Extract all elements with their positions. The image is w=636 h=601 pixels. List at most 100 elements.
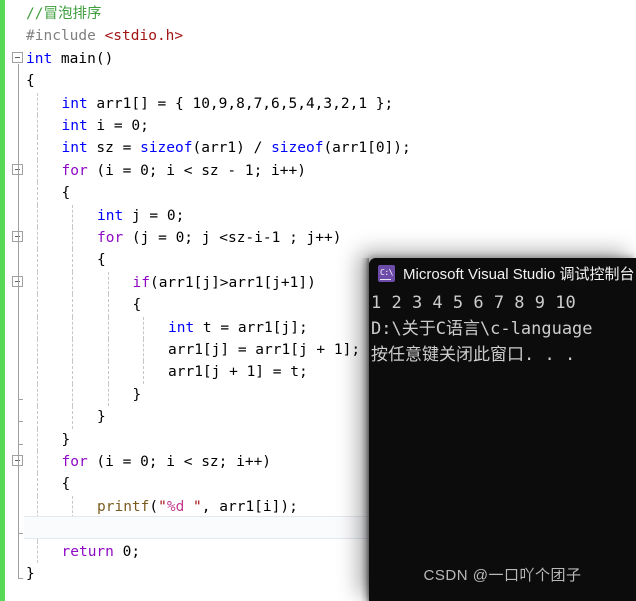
code-line[interactable]: for (i = 0; i < sz - 1; i++) — [60, 160, 306, 182]
indent-guide — [36, 227, 38, 250]
code-line[interactable]: //冒泡排序 — [24, 3, 101, 25]
code-line[interactable]: { — [95, 249, 106, 271]
console-output-line: D:\关于C语言\c-language — [371, 319, 593, 339]
code-token-kw: int — [61, 118, 88, 134]
code-token-id: } — [26, 566, 35, 582]
code-token-id: { — [61, 476, 71, 493]
code-line[interactable]: int main() — [24, 48, 113, 70]
code-line[interactable]: for (i = 0; i < sz; i++) — [60, 451, 272, 473]
code-line[interactable]: { — [60, 182, 71, 204]
code-token-id: i = 0; — [87, 118, 149, 134]
code-token-fmt: %d — [166, 498, 185, 515]
indent-guide — [36, 339, 38, 362]
code-token-id: arr1[j + 1] = t; — [168, 364, 308, 381]
code-token-kw: sizeof — [271, 140, 324, 157]
code-line[interactable]: arr1[j] = arr1[j + 1]; — [166, 339, 360, 361]
indent-guide — [107, 339, 109, 362]
code-line[interactable]: if(arr1[j]>arr1[j+1]) — [131, 272, 316, 294]
console-title-bar[interactable]: C:\ Microsoft Visual Studio 调试控制台 — [369, 258, 636, 289]
indent-guide — [107, 361, 109, 384]
fold-connector-line — [18, 63, 19, 578]
indent-guide — [72, 316, 73, 339]
console-icon-underline — [380, 278, 391, 280]
code-line[interactable]: } — [131, 384, 142, 406]
code-line[interactable]: } — [95, 406, 106, 428]
indent-guide — [36, 473, 38, 496]
indent-guide — [36, 204, 38, 227]
code-token-ctl: if — [132, 274, 150, 291]
code-line[interactable]: arr1[j + 1] = t; — [166, 361, 308, 383]
code-line[interactable]: #include <stdio.h> — [24, 25, 183, 47]
code-token-id: } — [61, 521, 71, 538]
indent-guide — [36, 361, 38, 384]
indent-guide — [36, 406, 38, 429]
code-token-str: " — [158, 498, 167, 515]
indent-guide — [36, 451, 38, 474]
csdn-watermark: CSDN @一口吖个团子 — [423, 567, 582, 584]
code-line[interactable]: { — [24, 70, 35, 92]
code-token-id: j = 0; — [123, 207, 185, 224]
indent-guide — [72, 271, 73, 295]
indent-guide — [36, 294, 38, 317]
code-line[interactable]: { — [60, 473, 71, 495]
console-window-title: Microsoft Visual Studio 调试控制台 — [403, 266, 635, 283]
code-line[interactable]: int t = arr1[j]; — [166, 317, 308, 339]
code-token-kw: int — [26, 50, 53, 67]
code-token-kw: sizeof — [140, 140, 193, 157]
code-line[interactable]: printf("%d ", arr1[i]); — [95, 496, 298, 518]
indent-guide — [36, 159, 38, 183]
indent-guide — [72, 383, 73, 407]
indent-guide — [107, 383, 109, 407]
debug-console-window[interactable]: C:\ Microsoft Visual Studio 调试控制台 1 2 3 … — [369, 258, 636, 601]
code-token-id: (arr1[j]>arr1[j+1]) — [149, 274, 316, 291]
code-token-ctl: for — [61, 454, 88, 470]
code-token-id: ( — [149, 498, 159, 515]
code-line[interactable]: int j = 0; — [95, 205, 184, 227]
code-token-id: (arr1[0]); — [323, 140, 411, 157]
indent-guide — [36, 428, 38, 451]
console-output-line: 按任意键关闭此窗口. . . — [371, 345, 576, 365]
code-line[interactable]: } — [60, 429, 71, 451]
indent-guide — [36, 92, 38, 115]
indent-guide — [36, 540, 38, 563]
indent-guide — [72, 204, 73, 227]
code-token-id: } — [132, 386, 142, 403]
code-token-fn: printf — [97, 498, 150, 515]
indent-guide — [72, 406, 73, 429]
code-token-kw: int — [61, 95, 88, 112]
indent-guide — [36, 182, 38, 205]
code-token-id: sz = — [87, 140, 141, 157]
code-line[interactable]: int arr1[] = { 10,9,8,7,6,5,4,3,2,1 }; — [60, 93, 394, 115]
code-token-cmt: //冒泡排序 — [26, 6, 102, 22]
indent-guide — [72, 495, 73, 519]
code-token-id: { — [97, 252, 106, 269]
console-icon-glyph: C:\ — [380, 268, 393, 277]
indent-guide — [72, 227, 73, 250]
code-line[interactable]: { — [131, 294, 142, 316]
code-token-id: , arr1[i]); — [201, 498, 298, 515]
code-token-id: t = arr1[j]; — [194, 319, 308, 336]
indent-guide — [143, 316, 144, 339]
code-token-kw: int — [168, 319, 195, 336]
code-token-id: } — [97, 409, 106, 426]
code-line[interactable]: for (j = 0; j <sz-i-1 ; j++) — [95, 227, 341, 249]
code-token-kw: int — [61, 140, 88, 157]
code-line[interactable]: int i = 0; — [60, 115, 149, 137]
indent-guide — [107, 316, 109, 339]
code-line[interactable]: int sz = sizeof(arr1) / sizeof(arr1[0]); — [60, 137, 411, 159]
code-token-id: { — [61, 185, 71, 202]
indent-guide — [143, 339, 144, 362]
indent-guide — [36, 495, 38, 519]
code-line[interactable]: } — [60, 518, 71, 540]
code-token-id: main() — [52, 50, 114, 67]
indent-guide — [72, 294, 73, 317]
code-token-id: 0; — [113, 543, 141, 560]
indent-guide — [107, 271, 109, 295]
outline-fold-gutter[interactable] — [5, 0, 23, 601]
indent-guide — [36, 249, 38, 272]
code-token-kw: int — [97, 207, 124, 224]
code-line[interactable]: } — [24, 563, 35, 585]
code-token-id: arr1[j] = arr1[j + 1]; — [168, 342, 361, 358]
code-token-str: " — [184, 498, 202, 515]
code-line[interactable]: return 0; — [60, 541, 141, 563]
